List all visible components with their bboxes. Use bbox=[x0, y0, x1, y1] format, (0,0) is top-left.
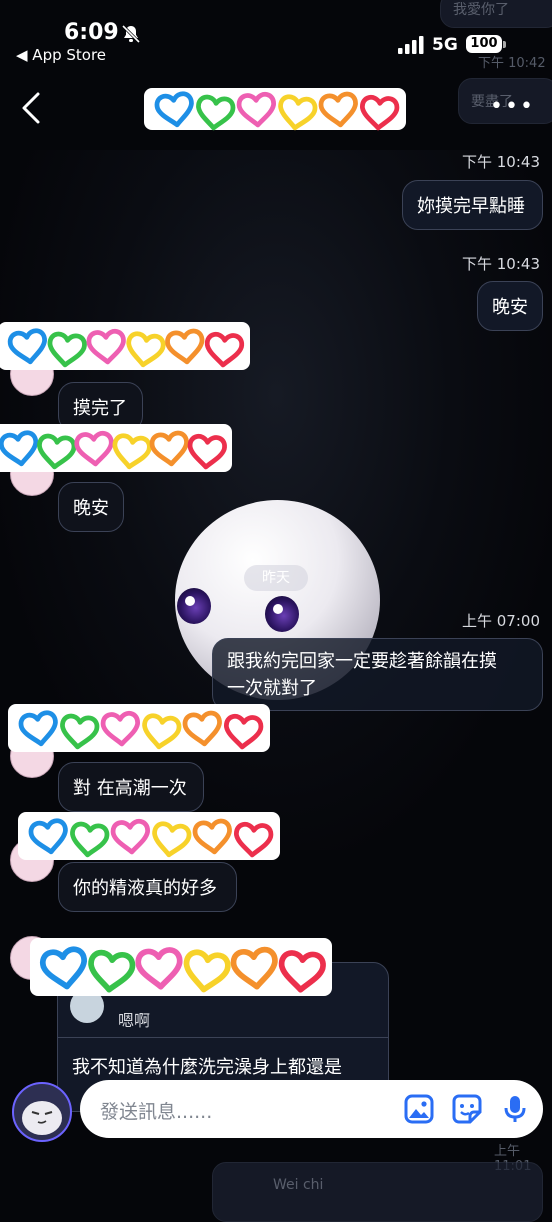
bell-muted-icon bbox=[121, 24, 141, 44]
date-divider: 昨天 bbox=[244, 565, 308, 591]
outgoing-message[interactable]: 晚安 bbox=[477, 281, 543, 331]
message-timestamp: 下午 10:43 bbox=[462, 153, 540, 171]
network-type: 5G bbox=[432, 35, 458, 55]
heart-row bbox=[8, 704, 270, 752]
microphone-icon[interactable] bbox=[500, 1094, 530, 1124]
message-text: 晚安 bbox=[492, 297, 528, 318]
reply-quote-text: 嗯啊 bbox=[118, 1011, 151, 1030]
cellular-signal-icon bbox=[398, 36, 424, 54]
message-text: 摸完了 bbox=[73, 398, 127, 419]
message-input[interactable]: 發送訊息...... bbox=[80, 1080, 543, 1138]
my-avatar[interactable] bbox=[12, 1082, 72, 1142]
incoming-message[interactable]: 晚安 bbox=[58, 482, 124, 532]
back-chevron-icon[interactable] bbox=[18, 90, 48, 126]
message-text-line: 跟我約完回家一定要趁著餘韻在摸 bbox=[227, 650, 497, 672]
image-picker-icon[interactable] bbox=[404, 1094, 434, 1124]
message-timestamp: 下午 10:43 bbox=[462, 255, 540, 273]
reply-divider bbox=[58, 1037, 388, 1038]
status-bar: 6:09 ◀ App Store 5G 100 bbox=[0, 0, 552, 70]
battery-tip bbox=[503, 41, 506, 48]
message-timestamp: 上午 07:00 bbox=[462, 612, 540, 630]
message-text-line: 一次就對了 bbox=[227, 677, 317, 699]
message-text: 晚安 bbox=[73, 498, 109, 519]
mascot-eye bbox=[177, 588, 211, 624]
battery-icon: 100 bbox=[466, 35, 502, 53]
message-text: 你的精液真的好多 bbox=[73, 878, 217, 899]
message-text: 我不知道為什麼洗完澡身上都還是 bbox=[72, 1057, 342, 1078]
faded-text: Wei chi bbox=[273, 1177, 324, 1193]
sender-name-redacted bbox=[0, 420, 236, 480]
outgoing-message[interactable]: 妳摸完早點睡 bbox=[402, 180, 543, 230]
message-input-placeholder: 發送訊息...... bbox=[100, 1101, 213, 1123]
heart-row bbox=[144, 88, 406, 131]
faded-bubble: Wei chi bbox=[212, 1162, 543, 1222]
heart-row bbox=[18, 812, 280, 860]
sender-name-redacted bbox=[14, 808, 284, 868]
sticker-icon[interactable] bbox=[452, 1094, 482, 1124]
message-text: 對 在高潮一次 bbox=[73, 778, 187, 799]
message-text: 妳摸完早點睡 bbox=[417, 196, 525, 217]
heart-row bbox=[0, 424, 232, 472]
heart-row bbox=[0, 322, 250, 370]
more-options-button[interactable]: ••• bbox=[490, 94, 535, 119]
heart-row bbox=[30, 938, 332, 996]
incoming-message[interactable]: 你的精液真的好多 bbox=[58, 862, 237, 912]
sender-name-redacted bbox=[26, 934, 336, 1004]
sender-name-redacted bbox=[4, 700, 274, 760]
back-to-app-store[interactable]: ◀ App Store bbox=[16, 46, 106, 64]
mascot-eye bbox=[265, 596, 299, 632]
avatar-face-icon bbox=[22, 1101, 62, 1135]
heart-stickers bbox=[144, 88, 406, 131]
incoming-message[interactable]: 對 在高潮一次 bbox=[58, 762, 204, 812]
sender-name-redacted bbox=[0, 318, 254, 378]
chat-title-redacted bbox=[140, 84, 410, 134]
status-time: 6:09 bbox=[64, 20, 119, 45]
